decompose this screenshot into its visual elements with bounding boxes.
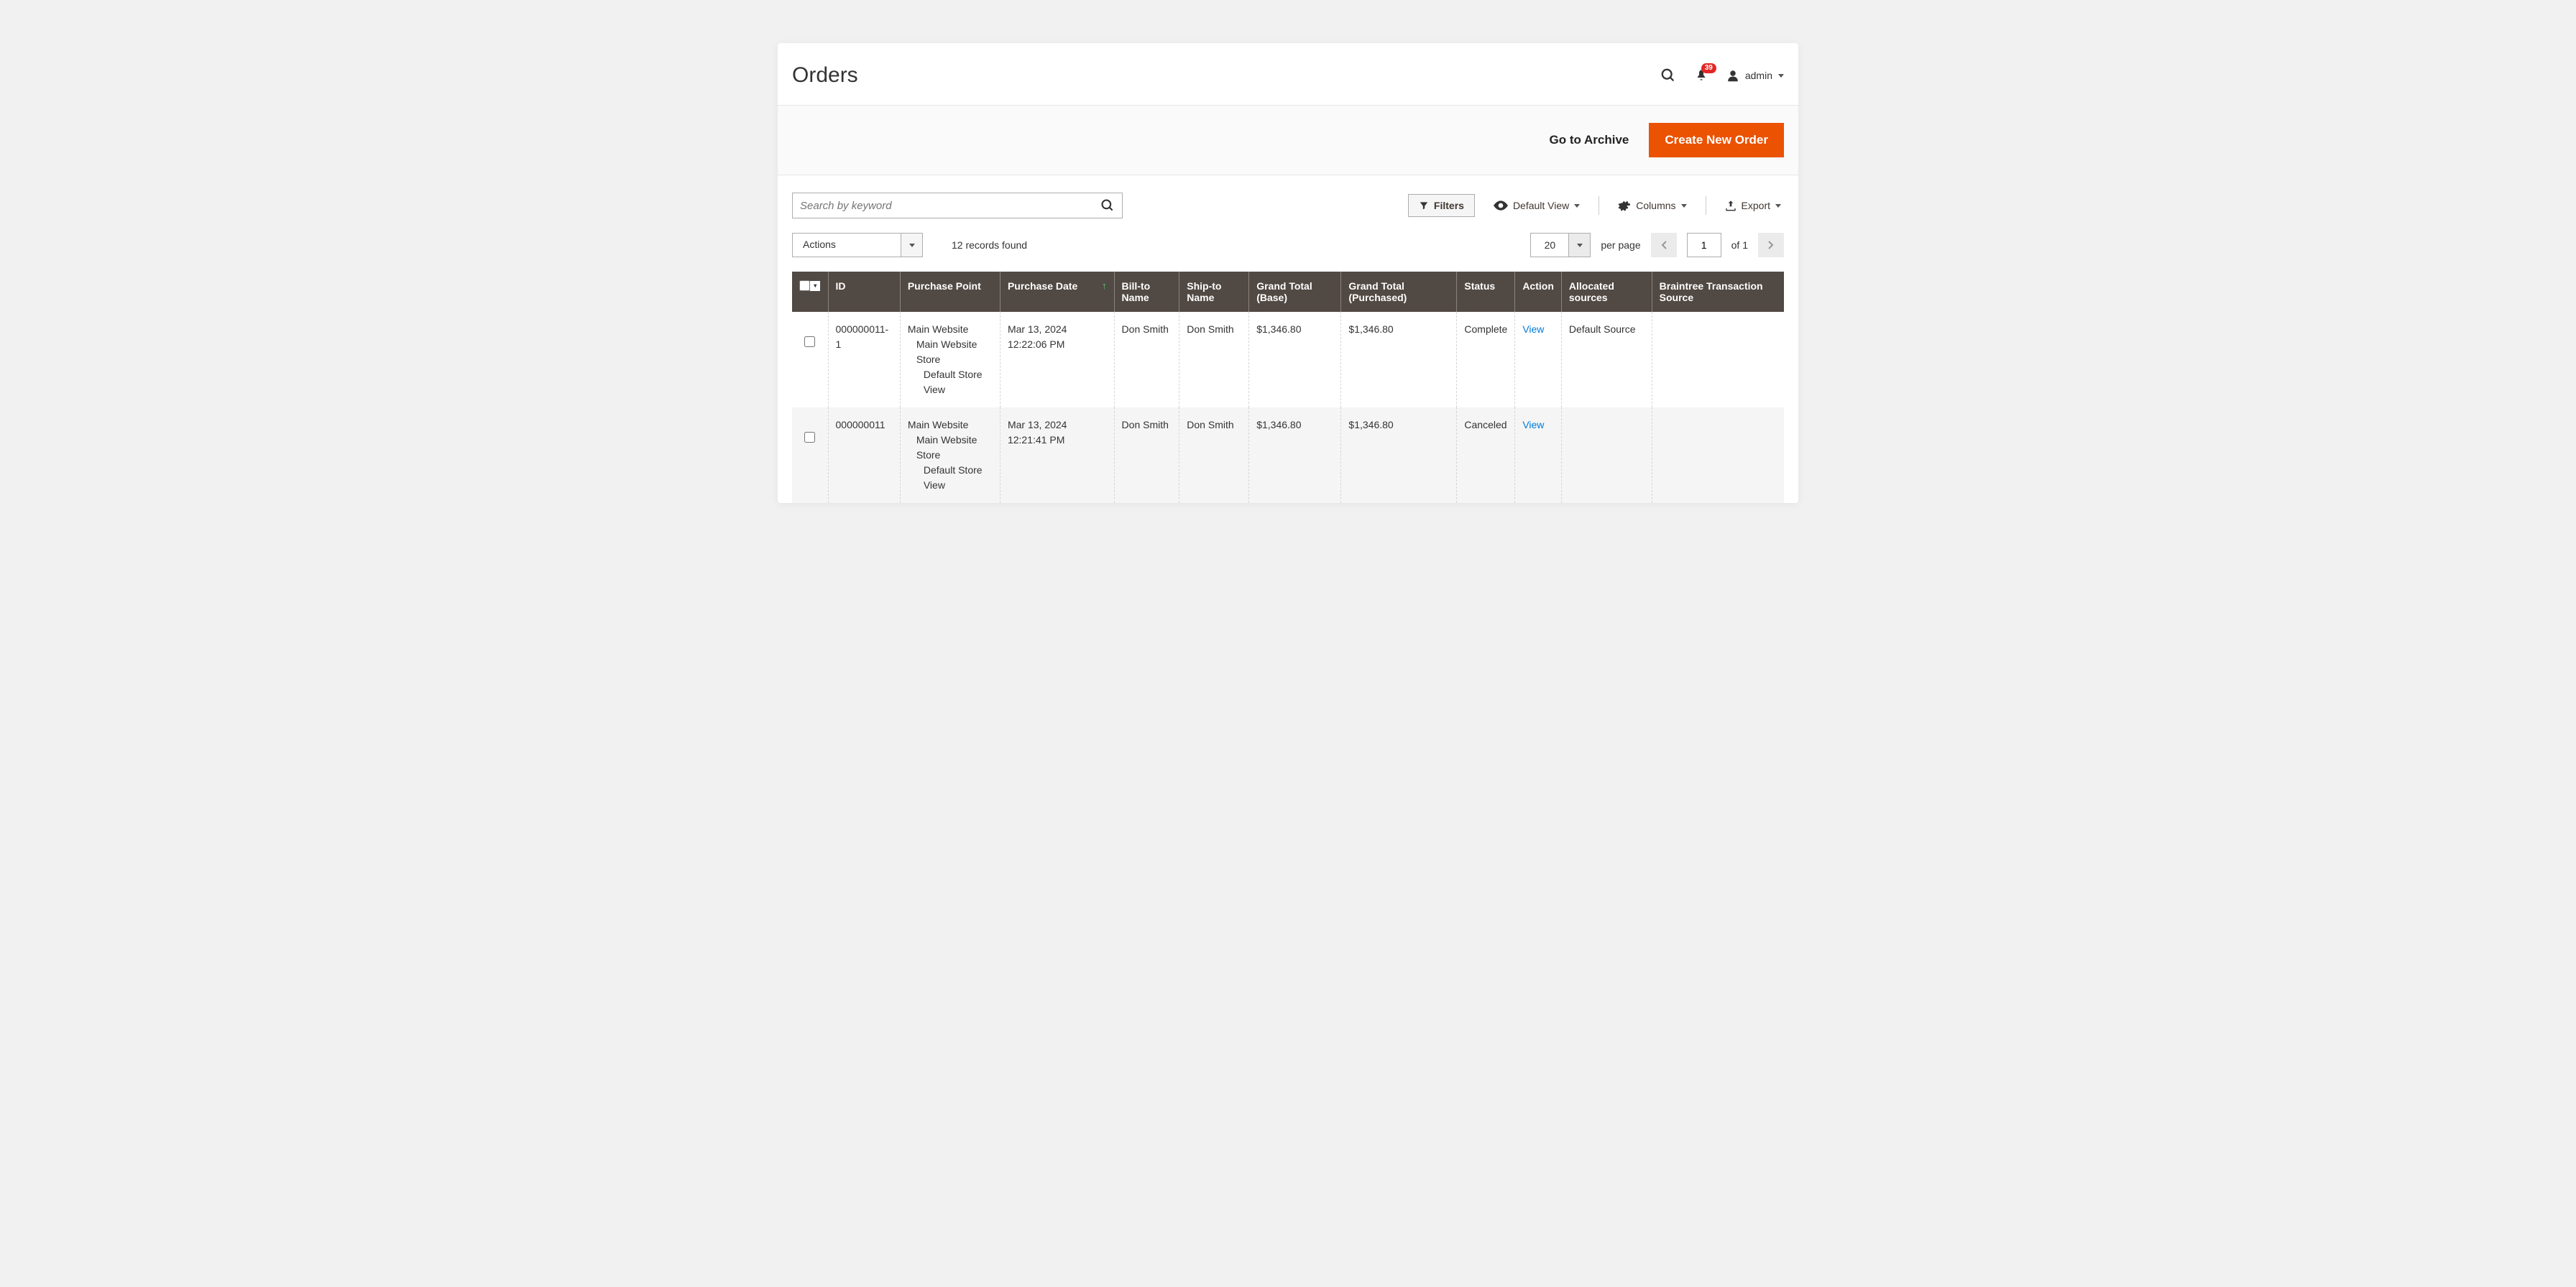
notifications-button[interactable]: 39 bbox=[1695, 68, 1708, 83]
cell-gt-purchased: $1,346.80 bbox=[1341, 407, 1457, 503]
col-bill-to[interactable]: Bill-to Name bbox=[1114, 272, 1179, 312]
col-status[interactable]: Status bbox=[1457, 272, 1515, 312]
page-of-label: of 1 bbox=[1731, 239, 1748, 251]
per-page-toggle[interactable] bbox=[1568, 234, 1590, 257]
caret-down-icon bbox=[1778, 74, 1784, 78]
col-braintree[interactable]: Braintree Transaction Source bbox=[1652, 272, 1784, 312]
cell-gt-base: $1,346.80 bbox=[1249, 312, 1341, 407]
col-purchase-date-label: Purchase Date bbox=[1008, 280, 1077, 292]
cell-ship-to: Don Smith bbox=[1179, 407, 1249, 503]
cell-braintree bbox=[1652, 407, 1784, 503]
orders-table: ▾ ID Purchase Point Purchase Date ↑ Bill-… bbox=[792, 272, 1784, 503]
chevron-left-icon bbox=[1660, 240, 1668, 250]
notification-badge: 39 bbox=[1701, 63, 1716, 73]
search-icon[interactable] bbox=[1100, 198, 1115, 213]
col-action[interactable]: Action bbox=[1515, 272, 1562, 312]
col-id[interactable]: ID bbox=[828, 272, 900, 312]
prev-page-button[interactable] bbox=[1651, 233, 1677, 257]
view-link[interactable]: View bbox=[1522, 323, 1544, 335]
select-all-checkbox[interactable] bbox=[799, 280, 810, 291]
default-view-button[interactable]: Default View bbox=[1491, 195, 1583, 216]
funnel-icon bbox=[1419, 200, 1429, 211]
table-row[interactable]: 000000011-1Main WebsiteMain Website Stor… bbox=[792, 312, 1784, 407]
per-page-value: 20 bbox=[1531, 234, 1568, 257]
cell-bill-to: Don Smith bbox=[1114, 312, 1179, 407]
col-purchase-point[interactable]: Purchase Point bbox=[900, 272, 1000, 312]
view-link[interactable]: View bbox=[1522, 419, 1544, 430]
gear-icon bbox=[1618, 199, 1631, 212]
go-to-archive-link[interactable]: Go to Archive bbox=[1550, 133, 1629, 147]
cell-gt-base: $1,346.80 bbox=[1249, 407, 1341, 503]
next-page-button[interactable] bbox=[1758, 233, 1784, 257]
user-name-label: admin bbox=[1745, 70, 1772, 81]
per-page-label: per page bbox=[1601, 239, 1640, 251]
bulk-actions-label: Actions bbox=[793, 234, 901, 257]
cell-purchase-date: Mar 13, 2024 12:22:06 PM bbox=[1000, 312, 1114, 407]
row-checkbox[interactable] bbox=[804, 336, 815, 347]
row-checkbox[interactable] bbox=[804, 432, 815, 443]
cell-ship-to: Don Smith bbox=[1179, 312, 1249, 407]
records-found-label: 12 records found bbox=[952, 239, 1027, 251]
cell-purchase-point: Main WebsiteMain Website StoreDefault St… bbox=[900, 407, 1000, 503]
columns-label: Columns bbox=[1636, 200, 1675, 211]
divider bbox=[1598, 196, 1599, 215]
caret-down-icon bbox=[1681, 204, 1687, 208]
cell-purchase-point: Main WebsiteMain Website StoreDefault St… bbox=[900, 312, 1000, 407]
export-icon bbox=[1725, 200, 1736, 211]
cell-id: 000000011-1 bbox=[828, 312, 900, 407]
page-number-input[interactable] bbox=[1687, 233, 1721, 257]
chevron-right-icon bbox=[1767, 240, 1775, 250]
default-view-label: Default View bbox=[1513, 200, 1569, 211]
columns-button[interactable]: Columns bbox=[1615, 195, 1689, 216]
cell-action: View bbox=[1515, 312, 1562, 407]
filters-label: Filters bbox=[1434, 200, 1464, 211]
export-button[interactable]: Export bbox=[1722, 195, 1784, 216]
user-icon bbox=[1726, 69, 1739, 82]
caret-down-icon bbox=[1775, 204, 1781, 208]
eye-icon bbox=[1494, 200, 1508, 211]
col-ship-to[interactable]: Ship-to Name bbox=[1179, 272, 1249, 312]
per-page-selector[interactable]: 20 bbox=[1530, 233, 1591, 257]
cell-action: View bbox=[1515, 407, 1562, 503]
cell-purchase-date: Mar 13, 2024 12:21:41 PM bbox=[1000, 407, 1114, 503]
bulk-actions-dropdown[interactable]: Actions bbox=[792, 233, 923, 257]
cell-status: Complete bbox=[1457, 312, 1515, 407]
cell-allocated-sources: Default Source bbox=[1561, 312, 1652, 407]
filters-button[interactable]: Filters bbox=[1408, 194, 1475, 217]
export-label: Export bbox=[1742, 200, 1770, 211]
cell-allocated-sources bbox=[1561, 407, 1652, 503]
caret-down-icon bbox=[1574, 204, 1580, 208]
table-row[interactable]: 000000011Main WebsiteMain Website StoreD… bbox=[792, 407, 1784, 503]
global-search-icon[interactable] bbox=[1660, 68, 1676, 83]
search-box[interactable] bbox=[792, 193, 1123, 218]
cell-bill-to: Don Smith bbox=[1114, 407, 1179, 503]
bulk-actions-toggle[interactable] bbox=[901, 234, 922, 257]
caret-down-icon bbox=[909, 244, 915, 247]
user-menu[interactable]: admin bbox=[1726, 69, 1784, 82]
caret-down-icon bbox=[1577, 244, 1583, 247]
col-purchase-date[interactable]: Purchase Date ↑ bbox=[1000, 272, 1114, 312]
select-all-dropdown[interactable]: ▾ bbox=[810, 281, 820, 291]
col-select-all[interactable]: ▾ bbox=[792, 272, 828, 312]
cell-braintree bbox=[1652, 312, 1784, 407]
sort-asc-icon: ↑ bbox=[1102, 280, 1107, 291]
cell-id: 000000011 bbox=[828, 407, 900, 503]
col-allocated-sources[interactable]: Allocated sources bbox=[1561, 272, 1652, 312]
col-gt-base[interactable]: Grand Total (Base) bbox=[1249, 272, 1341, 312]
col-gt-purchased[interactable]: Grand Total (Purchased) bbox=[1341, 272, 1457, 312]
create-new-order-button[interactable]: Create New Order bbox=[1649, 123, 1784, 157]
search-input[interactable] bbox=[800, 200, 1100, 212]
page-title: Orders bbox=[792, 63, 858, 88]
cell-status: Canceled bbox=[1457, 407, 1515, 503]
cell-gt-purchased: $1,346.80 bbox=[1341, 312, 1457, 407]
